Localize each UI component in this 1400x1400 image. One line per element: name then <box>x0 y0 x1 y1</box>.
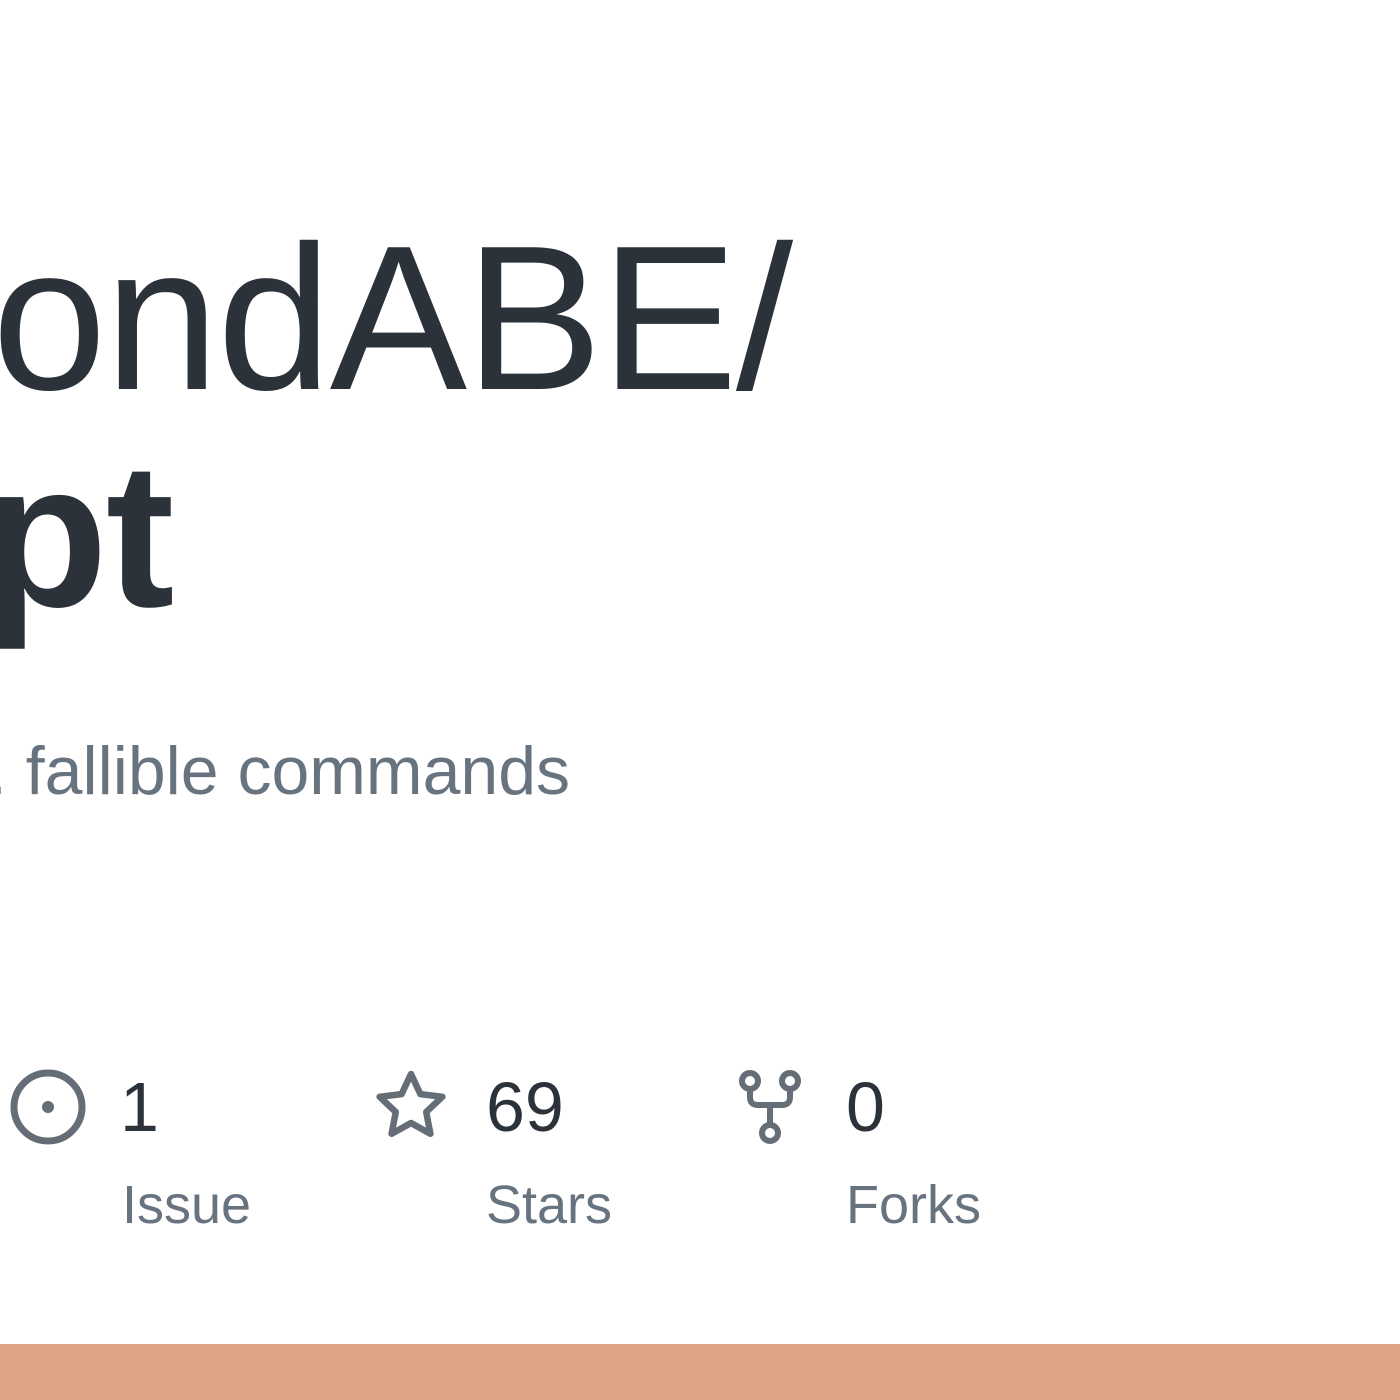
issue-opened-icon <box>8 1067 88 1147</box>
stars-count[interactable]: 69 <box>486 1072 564 1142</box>
stars-label[interactable]: Stars <box>486 1178 612 1232</box>
repo-forked-icon <box>730 1067 810 1147</box>
repo-name[interactable]: pt <box>0 432 174 638</box>
forks-label[interactable]: Forks <box>846 1178 981 1232</box>
repo-owner[interactable]: ondABE/ <box>0 215 793 421</box>
star-icon <box>371 1067 451 1147</box>
issues-label[interactable]: Issue <box>122 1178 251 1232</box>
language-color-bar <box>0 1344 1400 1400</box>
forks-count[interactable]: 0 <box>846 1072 885 1142</box>
issues-count[interactable]: 1 <box>120 1072 159 1142</box>
repo-description: . fallible commands <box>0 733 571 809</box>
